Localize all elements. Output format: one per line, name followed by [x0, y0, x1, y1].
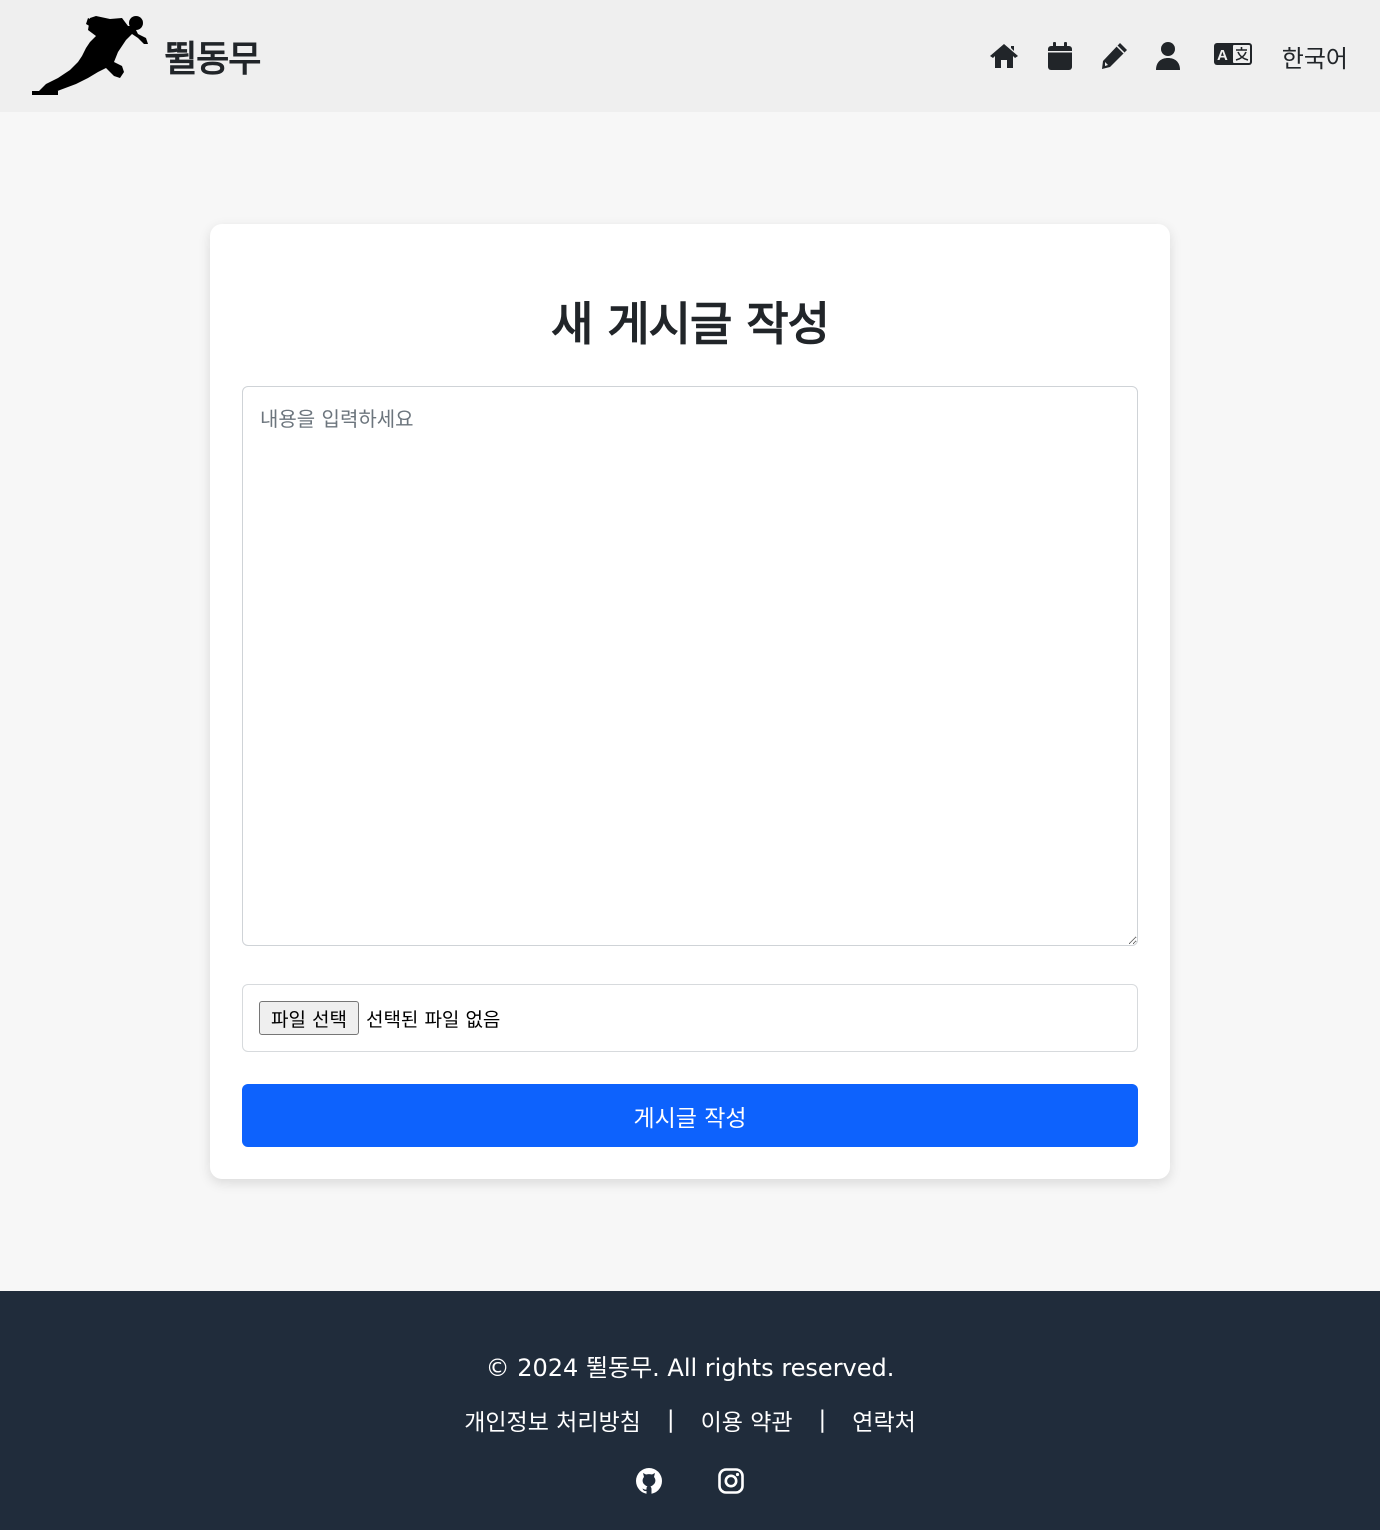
- page-title: 새 게시글 작성: [551, 297, 830, 351]
- site-header: 뛸동무 A 한국어: [0, 0, 1380, 112]
- file-status-text: 선택된 파일 없음: [365, 1008, 501, 1031]
- submit-post-button[interactable]: 게시글 작성: [242, 1084, 1138, 1147]
- svg-text:A: A: [1217, 47, 1228, 64]
- language-selector[interactable]: A 한국어: [1213, 39, 1348, 74]
- footer-links: 개인정보 처리방침 | 이용 약관 | 연락처: [0, 1403, 1380, 1437]
- social-links: [0, 1466, 1380, 1496]
- contact-link[interactable]: 연락처: [852, 1403, 915, 1437]
- content-textarea[interactable]: [242, 386, 1138, 946]
- privacy-policy-link[interactable]: 개인정보 처리방침: [464, 1403, 641, 1437]
- home-logo-link[interactable]: 뛸동무: [30, 14, 261, 98]
- sprinter-silhouette-icon: [32, 16, 148, 95]
- file-select-button[interactable]: 파일 선택: [259, 1001, 359, 1035]
- brand-name: 뛸동무: [164, 39, 261, 80]
- main-nav: A 한국어: [988, 0, 1380, 112]
- file-input[interactable]: 파일 선택 선택된 파일 없음: [242, 984, 1138, 1052]
- instagram-icon[interactable]: [716, 1466, 746, 1496]
- user-icon[interactable]: [1152, 40, 1184, 72]
- github-icon[interactable]: [634, 1466, 664, 1496]
- home-icon[interactable]: [988, 40, 1020, 72]
- language-label: 한국어: [1281, 44, 1348, 73]
- link-separator: |: [666, 1407, 675, 1433]
- pencil-icon[interactable]: [1098, 40, 1130, 72]
- copyright-text: © 2024 뛸동무. All rights reserved.: [485, 1354, 895, 1382]
- translate-icon: A: [1213, 43, 1252, 69]
- link-separator: |: [818, 1407, 827, 1433]
- site-footer: © 2024 뛸동무. All rights reserved. 개인정보 처리…: [0, 1291, 1380, 1530]
- calendar-icon[interactable]: [1044, 40, 1076, 72]
- terms-link[interactable]: 이용 약관: [701, 1403, 793, 1437]
